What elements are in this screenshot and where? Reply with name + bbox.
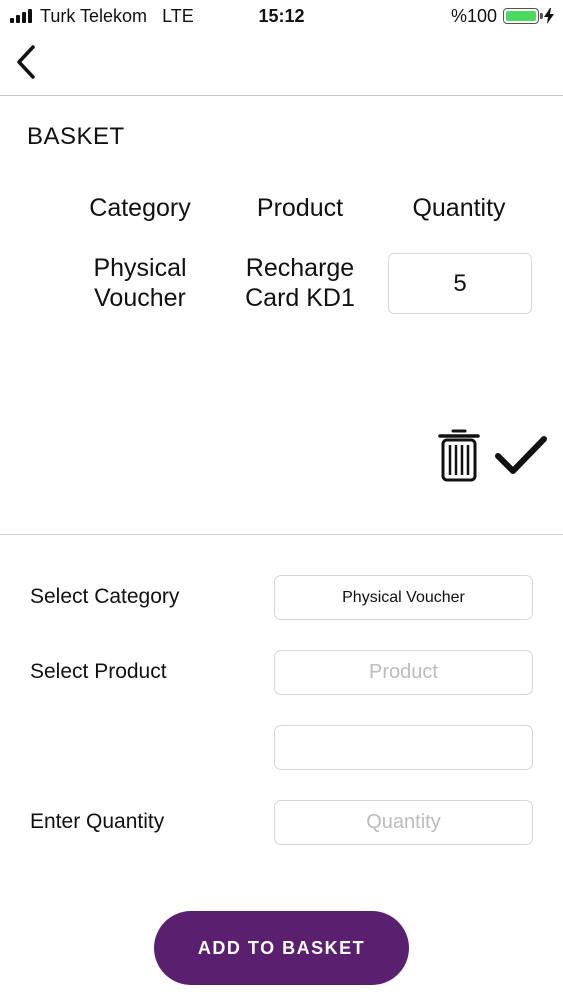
status-bar: Turk Telekom LTE 15:12 %100 xyxy=(0,0,563,32)
select-category-label: Select Category xyxy=(30,585,180,608)
add-to-basket-button[interactable]: ADD TO BASKET xyxy=(154,911,409,985)
header-category: Category xyxy=(89,194,191,222)
back-button[interactable] xyxy=(8,42,44,82)
extra-input-field[interactable] xyxy=(274,725,533,770)
battery-percent: %100 xyxy=(450,6,497,26)
row-quantity-field[interactable]: 5 xyxy=(388,253,532,314)
select-product-label: Select Product xyxy=(30,660,167,683)
trash-icon xyxy=(438,429,480,482)
product-select[interactable]: Product xyxy=(274,650,533,695)
delete-item-button[interactable] xyxy=(436,427,482,483)
navigation-bar xyxy=(0,32,563,96)
category-select[interactable]: Physical Voucher xyxy=(274,575,533,620)
enter-quantity-label: Enter Quantity xyxy=(30,810,165,833)
basket-title: BASKET xyxy=(27,123,125,150)
section-divider xyxy=(0,534,563,535)
charging-bolt-icon xyxy=(544,8,554,24)
battery-icon xyxy=(503,8,543,24)
chevron-left-icon xyxy=(17,45,35,79)
row-product-line2: Card KD1 xyxy=(245,284,355,312)
quantity-input[interactable]: Quantity xyxy=(274,800,533,845)
row-category: Physical Voucher xyxy=(58,253,222,313)
row-category-line1: Physical xyxy=(93,254,187,282)
header-quantity: Quantity xyxy=(412,194,506,222)
header-product: Product xyxy=(256,194,344,222)
row-product-line1: Recharge xyxy=(245,254,355,282)
row-product: Recharge Card KD1 xyxy=(222,253,378,313)
checkmark-icon xyxy=(495,436,547,474)
row-category-line2: Voucher xyxy=(94,284,186,312)
confirm-item-button[interactable] xyxy=(494,434,548,478)
